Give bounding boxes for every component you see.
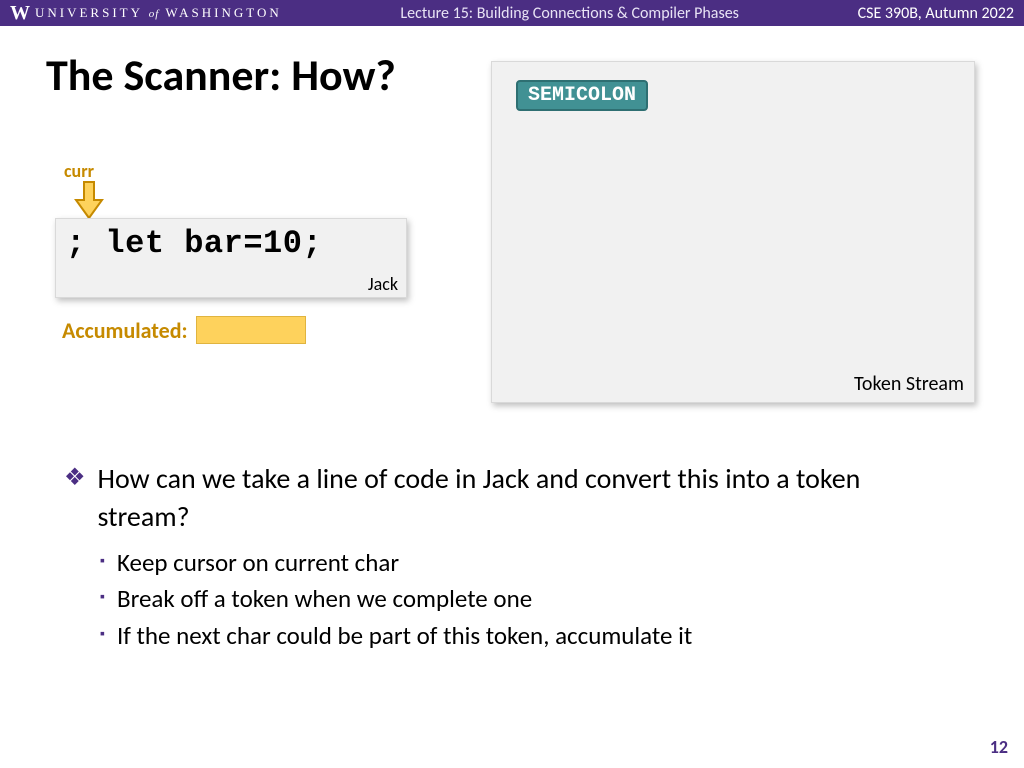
page-number: 12	[990, 736, 1008, 758]
down-arrow-icon	[74, 180, 104, 220]
diamond-bullet-icon: ❖	[64, 460, 86, 496]
uw-logo-w: W	[10, 2, 29, 25]
sub-bullet-row: ▪ Break off a token when we complete one	[100, 582, 954, 616]
university-of: of	[149, 8, 160, 20]
sub-bullet-list: ▪ Keep cursor on current char ▪ Break of…	[100, 546, 954, 653]
header-bar: W UNIVERSITY of WASHINGTON Lecture 15: B…	[0, 0, 1024, 26]
course-code: CSE 390B, Autumn 2022	[858, 4, 1014, 23]
university-suffix: WASHINGTON	[165, 5, 281, 20]
slide-title: The Scanner: How?	[46, 48, 396, 102]
main-bullet-row: ❖ How can we take a line of code in Jack…	[64, 460, 954, 536]
accumulated-row: Accumulated:	[62, 316, 306, 344]
main-bullet-text: How can we take a line of code in Jack a…	[98, 460, 954, 536]
university-name: UNIVERSITY of WASHINGTON	[35, 5, 282, 21]
lecture-title: Lecture 15: Building Connections & Compi…	[400, 4, 739, 23]
code-line: ; let bar=10;	[66, 225, 396, 262]
sub-bullet-row: ▪ If the next char could be part of this…	[100, 619, 954, 653]
curr-pointer-label: curr	[64, 160, 94, 182]
body-content: ❖ How can we take a line of code in Jack…	[64, 460, 954, 656]
sub-bullet-text: If the next char could be part of this t…	[117, 619, 692, 653]
token-semicolon-chip: SEMICOLON	[516, 80, 648, 111]
sub-bullet-text: Break off a token when we complete one	[117, 582, 532, 616]
university-branding: W UNIVERSITY of WASHINGTON	[10, 2, 282, 25]
university-prefix: UNIVERSITY	[35, 5, 143, 20]
token-stream-panel: SEMICOLON Token Stream	[491, 61, 975, 403]
square-bullet-icon: ▪	[100, 582, 105, 613]
code-language-caption: Jack	[368, 273, 398, 295]
code-input-box: ; let bar=10; Jack	[55, 218, 407, 298]
sub-bullet-row: ▪ Keep cursor on current char	[100, 546, 954, 580]
square-bullet-icon: ▪	[100, 546, 105, 577]
square-bullet-icon: ▪	[100, 619, 105, 650]
token-stream-caption: Token Stream	[854, 372, 964, 396]
accumulated-label: Accumulated:	[62, 317, 188, 344]
sub-bullet-text: Keep cursor on current char	[117, 546, 399, 580]
accumulated-value-box	[196, 316, 306, 344]
